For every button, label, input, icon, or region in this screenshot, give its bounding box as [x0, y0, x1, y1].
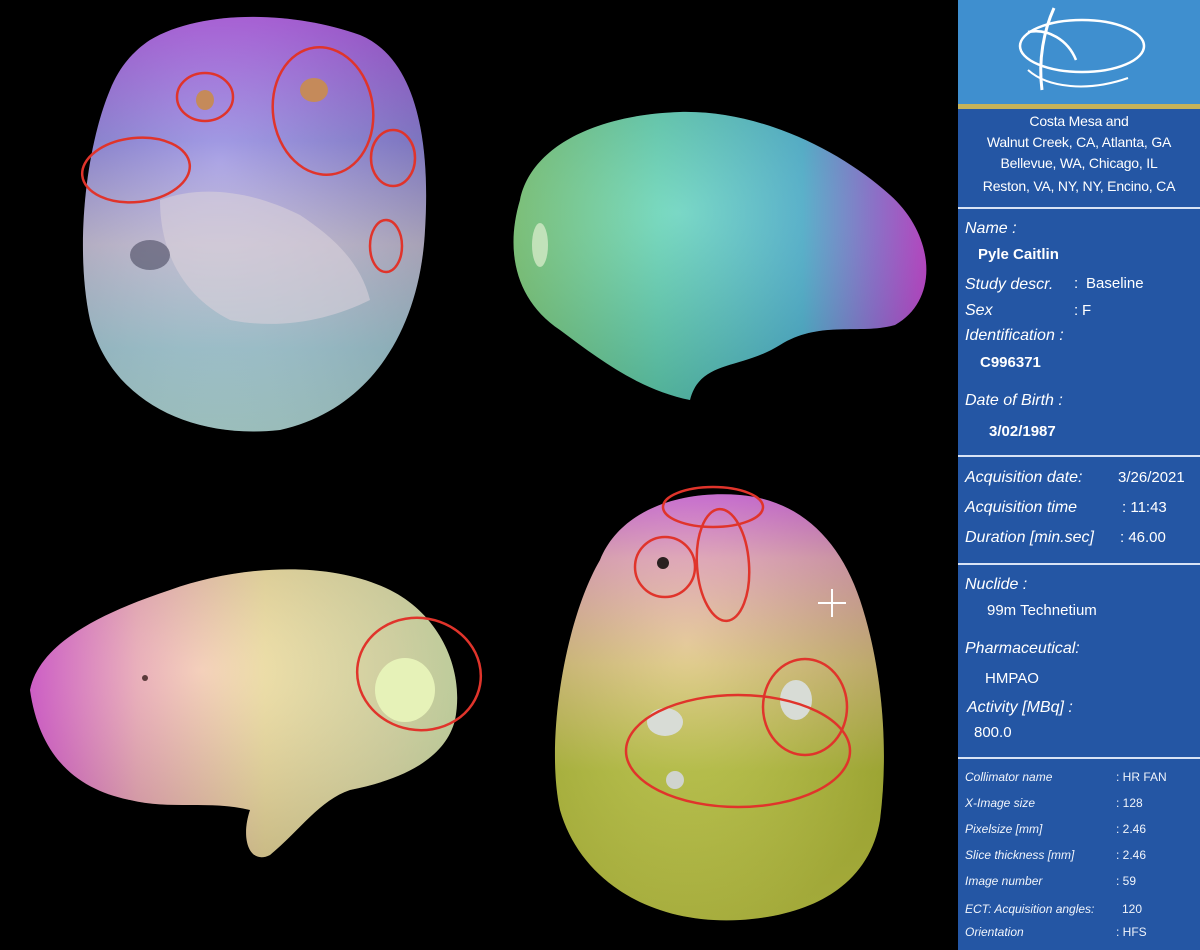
param-value: : 2.46 [1116, 822, 1147, 836]
activity-label: Activity [MBq] : [967, 699, 1073, 716]
param-value: : HFS [1116, 925, 1147, 939]
dob-value: 3/02/1987 [989, 423, 1056, 440]
param-label: Pixelsize [mm] [965, 822, 1043, 836]
param-value: : 128 [1116, 796, 1143, 810]
study-info-panel: Costa Mesa and Walnut Creek, CA, Atlanta… [958, 0, 1200, 950]
brain-view-lateral-right [513, 111, 927, 400]
location-line: Bellevue, WA, Chicago, IL [1000, 155, 1158, 171]
acquisition-date-label: Acquisition date: [965, 469, 1083, 486]
brain-renderings [30, 16, 927, 921]
activity-value: 800.0 [974, 724, 1012, 741]
param-value: : 59 [1116, 874, 1137, 888]
param-value: : 2.46 [1116, 848, 1147, 862]
param-label: X-Image size [965, 796, 1036, 810]
amen-clinics-logo-icon [1018, 7, 1146, 91]
patient-name: Pyle Caitlin [978, 246, 1059, 263]
divider [958, 207, 1200, 209]
pharmaceutical-value: HMPAO [985, 670, 1039, 687]
brain-view-top [82, 16, 427, 432]
pharmaceutical-label: Pharmaceutical: [965, 640, 1080, 657]
acquisition-date-value: 3/26/2021 [1118, 469, 1185, 486]
name-label: Name : [965, 220, 1017, 237]
location-line: Costa Mesa and [1029, 113, 1129, 129]
sex-label: Sex [965, 302, 993, 319]
brain-view-lateral-left [30, 569, 458, 858]
identification-label: Identification : [965, 327, 1064, 344]
sex-value: F [1082, 302, 1092, 319]
study-sep: : [1074, 275, 1079, 292]
param-label: ECT: Acquisition angles: [965, 902, 1095, 916]
param-value: 120 [1122, 902, 1143, 916]
identification-value: C996371 [980, 354, 1041, 371]
study-label: Study descr. [965, 276, 1054, 293]
study-value: Baseline [1086, 275, 1144, 292]
duration-value: : 46.00 [1120, 529, 1166, 546]
sex-sep: : [1074, 302, 1079, 319]
divider [958, 563, 1200, 565]
param-label: Collimator name [965, 770, 1053, 784]
logo-divider [958, 104, 1200, 109]
param-value: : HR FAN [1116, 770, 1167, 784]
nuclide-label: Nuclide : [965, 576, 1028, 593]
divider [958, 455, 1200, 457]
param-label: Orientation [965, 925, 1024, 939]
location-line: Walnut Creek, CA, Atlanta, GA [986, 134, 1172, 150]
nuclide-value: 99m Technetium [987, 602, 1097, 619]
param-label: Slice thickness [mm] [965, 848, 1075, 862]
clinic-logo [958, 0, 1200, 104]
brain-view-bottom [554, 494, 884, 921]
acquisition-time-label: Acquisition time [965, 499, 1078, 516]
dob-label: Date of Birth : [965, 392, 1063, 409]
param-label: Image number [965, 874, 1043, 888]
divider [958, 757, 1200, 759]
location-line: Reston, VA, NY, NY, Encino, CA [982, 178, 1176, 194]
brain-3d-viewer[interactable] [0, 0, 955, 950]
duration-label: Duration [min.sec] [965, 529, 1094, 546]
acquisition-time-value: : 11:43 [1122, 499, 1167, 516]
